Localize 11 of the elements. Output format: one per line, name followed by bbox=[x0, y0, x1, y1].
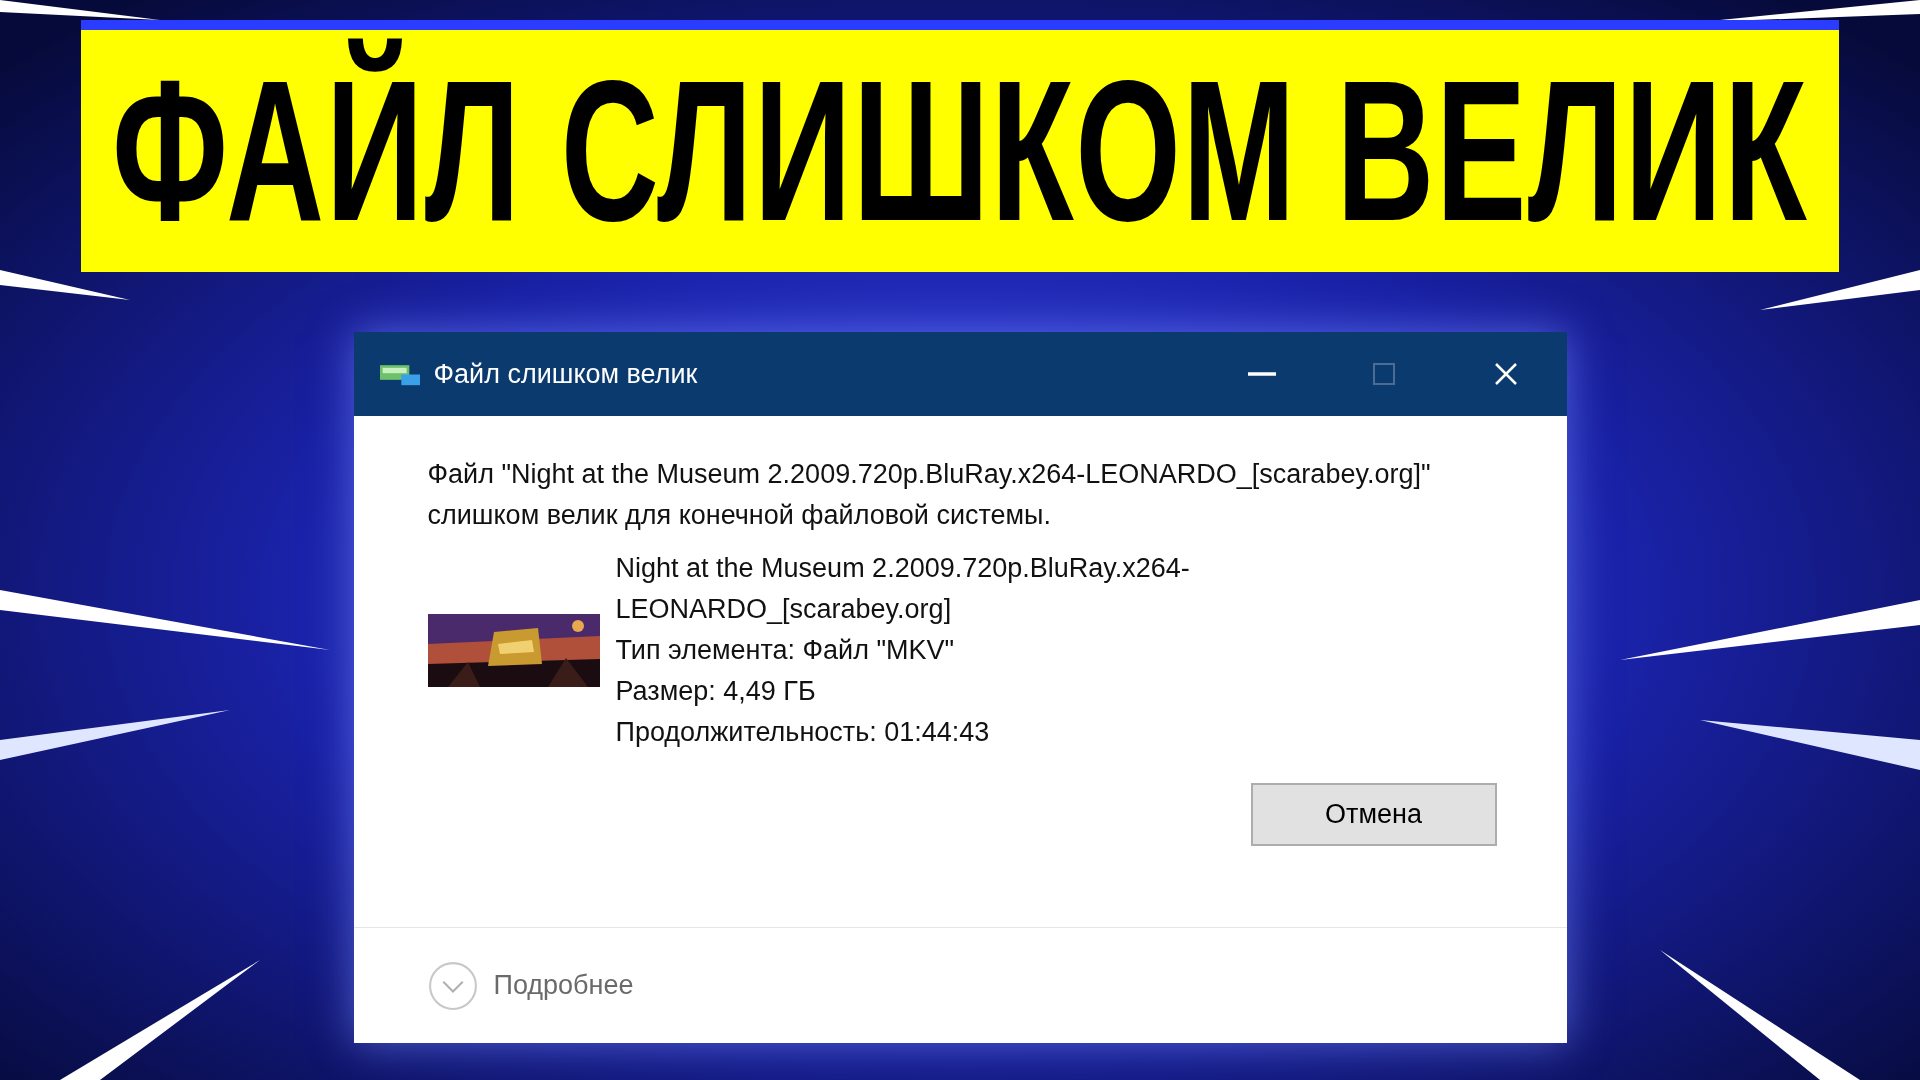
minimize-icon bbox=[1247, 372, 1276, 376]
chevron-icon bbox=[427, 960, 478, 1011]
cancel-button[interactable]: Отмена bbox=[1250, 783, 1497, 846]
file-size: Размер: 4,49 ГБ bbox=[615, 675, 817, 708]
window-title: Файл слишком велик bbox=[433, 358, 698, 390]
file-duration: Продолжительность: 01:44:43 bbox=[615, 716, 991, 749]
message-text: Файл "Night at the Museum 2.2009.720p.BluRay.x264-LEONARDO_[scarabey.org]" слишком велик для конечной файловой системы. bbox=[427, 458, 1432, 532]
details-toggle[interactable]: Подробнее bbox=[427, 960, 634, 1011]
file-type: Тип элемента: Файл "MKV" bbox=[615, 634, 956, 667]
file-name: Night at the Museum 2.2009.720p.BluRay.x264-LEONARDO_[scarabey.org] bbox=[615, 552, 1191, 626]
banner-title: ФАЙЛ СЛИШКОМ ВЕЛИК bbox=[112, 37, 1808, 264]
